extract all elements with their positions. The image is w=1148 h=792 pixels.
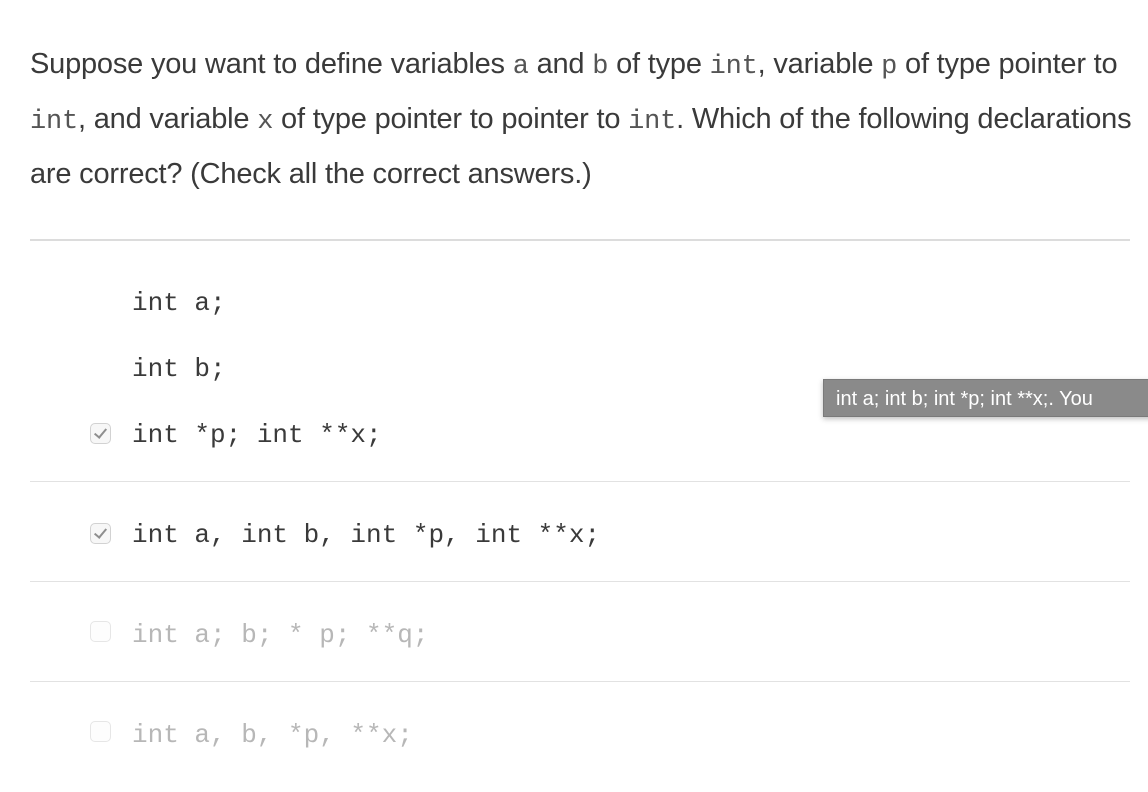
answer-option-3[interactable]: int a; b; * p; **q; xyxy=(90,620,1090,652)
divider xyxy=(30,581,1130,582)
option-1-checkbox[interactable] xyxy=(90,423,111,444)
divider xyxy=(30,239,1130,241)
q-part: of type xyxy=(608,48,710,80)
option-1-line-3: int *p; int **x; xyxy=(132,420,382,450)
option-2-checkbox[interactable] xyxy=(90,523,111,544)
option-3-checkbox[interactable] xyxy=(90,621,111,642)
answer-option-4[interactable]: int a, b, *p, **x; xyxy=(90,720,1090,752)
answer-option-2[interactable]: int a, int b, int *p, int **x; xyxy=(90,520,1090,552)
question-text: Suppose you want to define variables a a… xyxy=(30,38,1140,200)
option-4-checkbox[interactable] xyxy=(90,721,111,742)
q-code-p: p xyxy=(881,52,898,82)
option-2-line-1: int a, int b, int *p, int **x; xyxy=(132,520,601,550)
divider xyxy=(30,481,1130,482)
q-part: of type pointer to pointer to xyxy=(273,103,629,135)
q-code-int: int xyxy=(30,107,79,137)
q-part: , variable xyxy=(757,48,882,80)
option-4-line-1: int a, b, *p, **x; xyxy=(132,720,413,750)
q-part: Suppose you want to define variables xyxy=(30,48,513,80)
q-code-x: x xyxy=(257,107,274,137)
q-code-int: int xyxy=(628,107,677,137)
divider xyxy=(30,681,1130,682)
q-part: and xyxy=(528,48,593,80)
option-1-line-1: int a; xyxy=(132,288,226,318)
option-1-line-2: int b; xyxy=(132,354,226,384)
q-code-a: a xyxy=(512,52,529,82)
q-code-b: b xyxy=(592,52,609,82)
option-3-line-1: int a; b; * p; **q; xyxy=(132,620,429,650)
answer-option-1[interactable]: int a; int b; int *p; int **x; xyxy=(90,285,1090,455)
tooltip: int a; int b; int *p; int **x;. You xyxy=(823,379,1148,417)
q-part: , and variable xyxy=(78,103,258,135)
q-part: of type pointer to xyxy=(897,48,1118,80)
q-code-int: int xyxy=(709,52,758,82)
